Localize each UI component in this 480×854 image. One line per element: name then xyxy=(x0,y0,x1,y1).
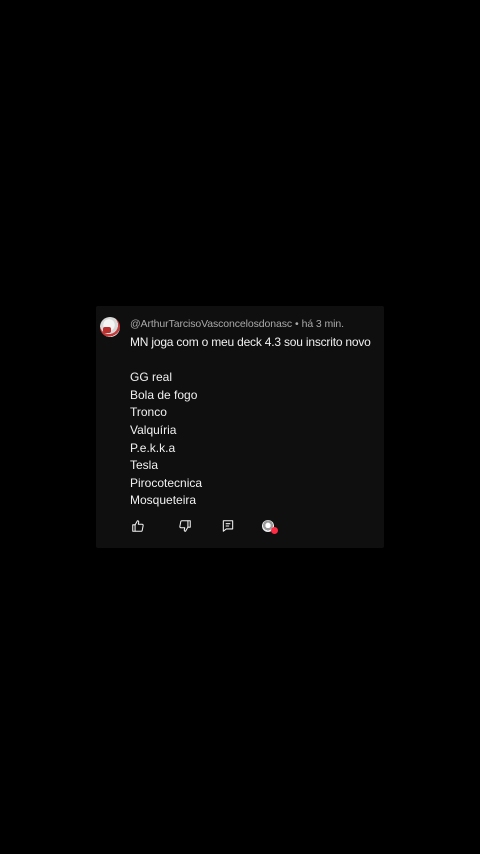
deck-list: GG real Bola de fogo Tronco Valquíria P.… xyxy=(130,369,382,510)
deck-card: Valquíria xyxy=(130,422,177,437)
comment-text: MN joga com o meu deck 4.3 sou inscrito … xyxy=(130,334,382,510)
creator-heart-badge xyxy=(260,518,278,534)
deck-card: Mosqueteira xyxy=(130,493,197,508)
deck-card: GG real xyxy=(130,370,173,385)
comment-time: há 3 min. xyxy=(301,318,344,330)
comment-card: @ArthurTarcisoVasconcelosdonasc • há 3 min… xyxy=(96,306,384,548)
deck-card: Tronco xyxy=(130,405,167,420)
deck-card: Tesla xyxy=(130,458,159,473)
comment-actions xyxy=(130,518,280,536)
deck-card: Pirocotecnica xyxy=(130,475,203,490)
deck-card: Bola de fogo xyxy=(130,387,198,402)
comment-meta: @ArthurTarcisoVasconcelosdonasc • há 3 min… xyxy=(130,318,344,330)
reply-button[interactable] xyxy=(220,518,236,534)
thumbs-down-icon xyxy=(179,520,191,532)
video-frame: @ArthurTarcisoVasconcelosdonasc • há 3 min… xyxy=(0,0,480,854)
comment-author[interactable]: @ArthurTarcisoVasconcelosdonasc xyxy=(130,318,292,330)
deck-card: P.e.k.k.a xyxy=(130,440,176,455)
creator-heart-icon xyxy=(271,527,278,534)
dislike-button[interactable] xyxy=(177,518,193,534)
creator-avatar xyxy=(262,520,278,534)
commenter-avatar[interactable] xyxy=(100,317,120,337)
reply-comment-icon xyxy=(222,520,234,532)
comment-first-line: MN joga com o meu deck 4.3 sou inscrito … xyxy=(130,335,371,349)
meta-separator: • xyxy=(295,318,299,330)
thumbs-up-icon xyxy=(132,520,144,532)
like-button[interactable] xyxy=(130,518,146,534)
